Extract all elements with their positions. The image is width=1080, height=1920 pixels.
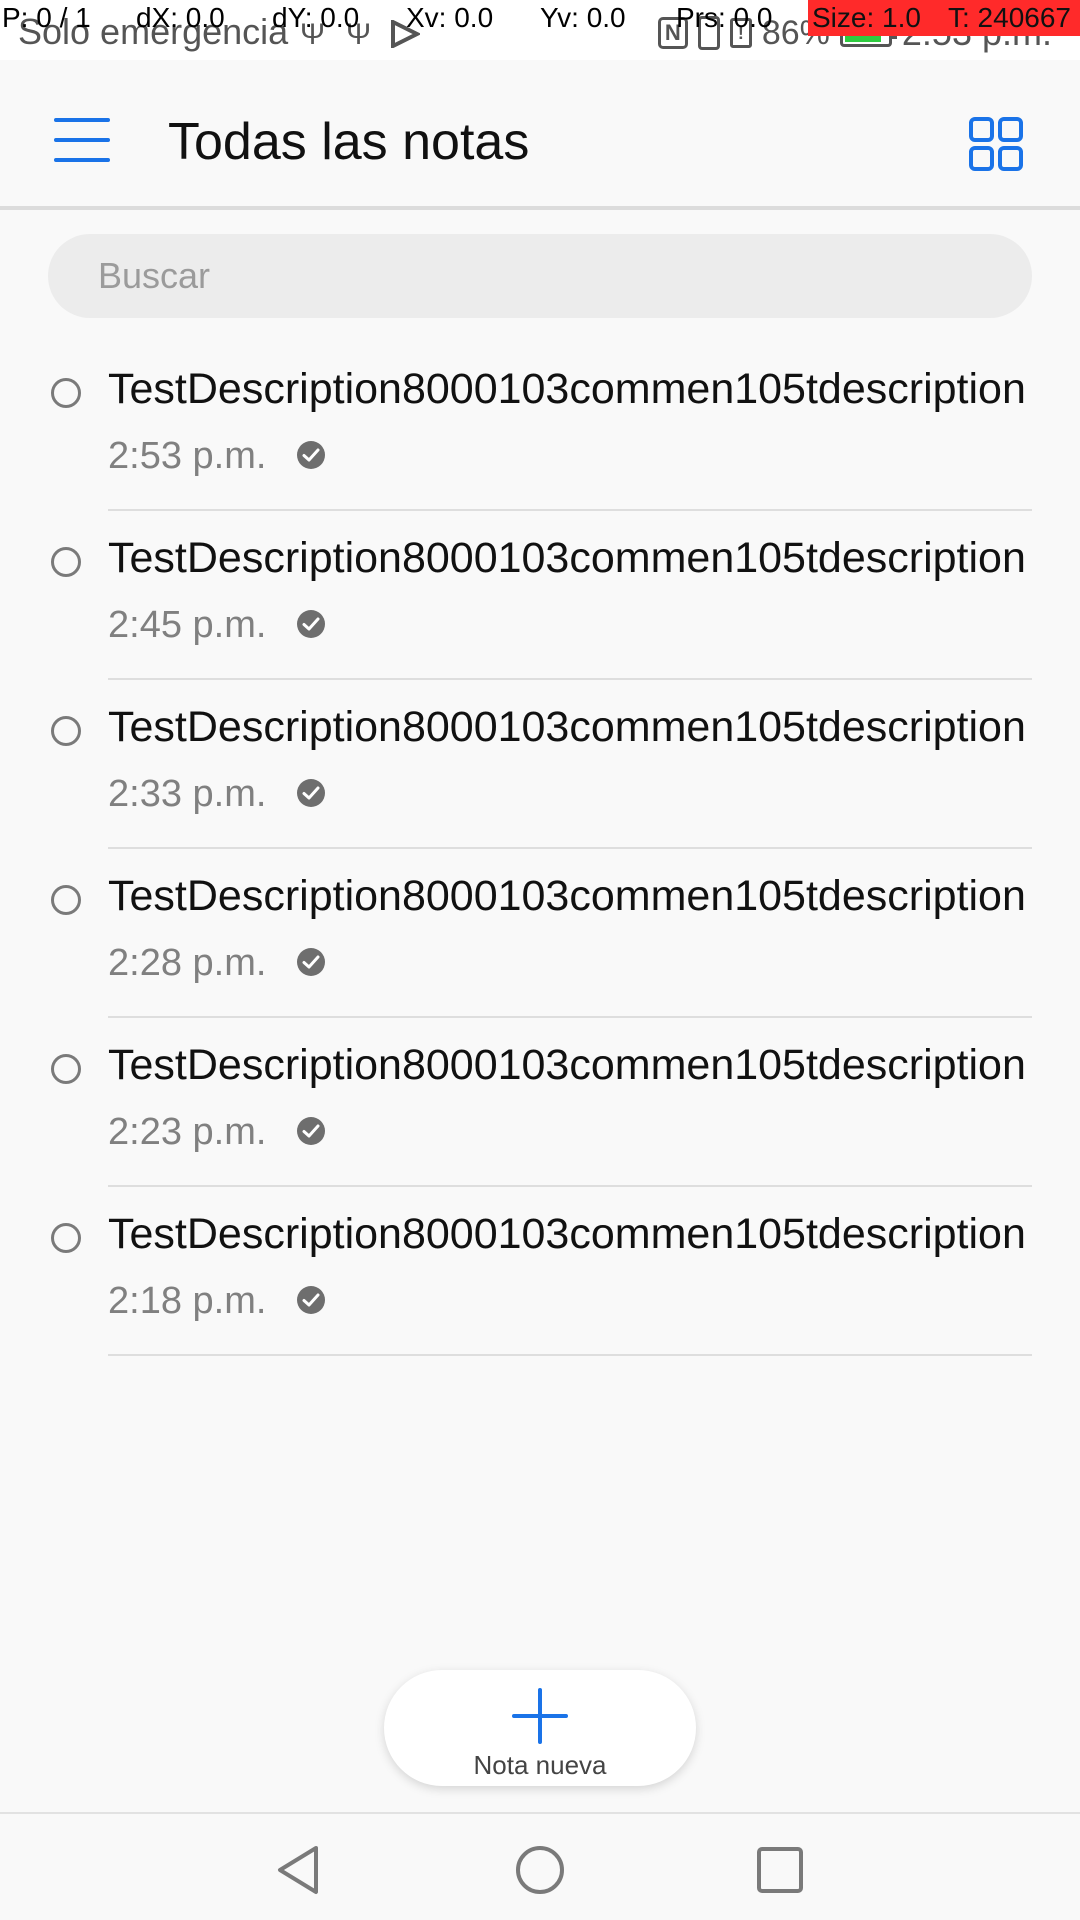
note-time: 2:18 p.m. <box>108 1280 267 1322</box>
note-time: 2:53 p.m. <box>108 435 267 477</box>
grid-view-icon <box>969 117 1023 171</box>
overlay-dx: dX: 0.0 <box>136 2 225 33</box>
overlay-dy: dY: 0.0 <box>272 2 360 33</box>
select-radio[interactable] <box>51 716 81 746</box>
search-input[interactable] <box>48 234 1032 318</box>
note-title[interactable]: TestDescription8000103commen105tdescript… <box>108 702 1032 754</box>
home-button[interactable] <box>514 1844 566 1896</box>
note-time: 2:28 p.m. <box>108 942 267 984</box>
select-radio[interactable] <box>51 885 81 915</box>
check-circle-icon <box>297 779 325 807</box>
plus-icon <box>512 1688 568 1744</box>
select-radio[interactable] <box>51 1054 81 1084</box>
list-item[interactable]: TestDescription8000103commen105tdescript… <box>0 849 1080 1018</box>
select-radio[interactable] <box>51 378 81 408</box>
page-title: Todas las notas <box>168 113 530 171</box>
check-circle-icon <box>297 610 325 638</box>
check-circle-icon <box>297 1117 325 1145</box>
pointer-location-overlay: P: 0 / 1 dX: 0.0 dY: 0.0 Xv: 0.0 Yv: 0.0… <box>0 0 1080 36</box>
note-time: 2:23 p.m. <box>108 1111 267 1153</box>
app-bar: Todas las notas <box>0 60 1080 210</box>
note-time: 2:33 p.m. <box>108 773 267 815</box>
overlay-pointer: P: 0 / 1 <box>2 2 91 33</box>
check-circle-icon <box>297 1286 325 1314</box>
recents-square-icon <box>757 1847 803 1893</box>
back-triangle-icon <box>278 1846 318 1894</box>
overlay-xv: Xv: 0.0 <box>406 2 494 33</box>
select-radio[interactable] <box>51 1223 81 1253</box>
check-circle-icon <box>297 948 325 976</box>
note-title[interactable]: TestDescription8000103commen105tdescript… <box>108 364 1032 416</box>
list-item[interactable]: TestDescription8000103commen105tdescript… <box>0 342 1080 511</box>
overlay-pressure: Prs: 0.0 <box>676 2 773 33</box>
overlay-yv: Yv: 0.0 <box>540 2 626 33</box>
hamburger-menu-icon <box>54 118 110 122</box>
note-title[interactable]: TestDescription8000103commen105tdescript… <box>108 1040 1032 1092</box>
list-item[interactable]: TestDescription8000103commen105tdescript… <box>0 680 1080 849</box>
notes-list: TestDescription8000103commen105tdescript… <box>0 342 1080 1356</box>
grid-view-button[interactable] <box>968 116 1024 172</box>
note-title[interactable]: TestDescription8000103commen105tdescript… <box>108 533 1032 585</box>
note-title[interactable]: TestDescription8000103commen105tdescript… <box>108 871 1032 923</box>
navigation-bar <box>0 1812 1080 1920</box>
note-time: 2:45 p.m. <box>108 604 267 646</box>
recents-button[interactable] <box>754 1844 806 1896</box>
note-title[interactable]: TestDescription8000103commen105tdescript… <box>108 1209 1032 1261</box>
new-note-button[interactable]: Nota nueva <box>384 1670 696 1786</box>
home-circle-icon <box>516 1846 564 1894</box>
new-note-label: Nota nueva <box>473 1750 607 1780</box>
divider <box>108 1354 1032 1356</box>
check-circle-icon <box>297 441 325 469</box>
list-item[interactable]: TestDescription8000103commen105tdescript… <box>0 511 1080 680</box>
list-item[interactable]: TestDescription8000103commen105tdescript… <box>0 1018 1080 1187</box>
overlay-size: Size: 1.0 <box>808 0 944 36</box>
back-button[interactable] <box>272 1844 324 1896</box>
menu-button[interactable] <box>54 118 112 164</box>
select-radio[interactable] <box>51 547 81 577</box>
overlay-time: T: 240667 <box>944 0 1080 36</box>
list-item[interactable]: TestDescription8000103commen105tdescript… <box>0 1187 1080 1356</box>
